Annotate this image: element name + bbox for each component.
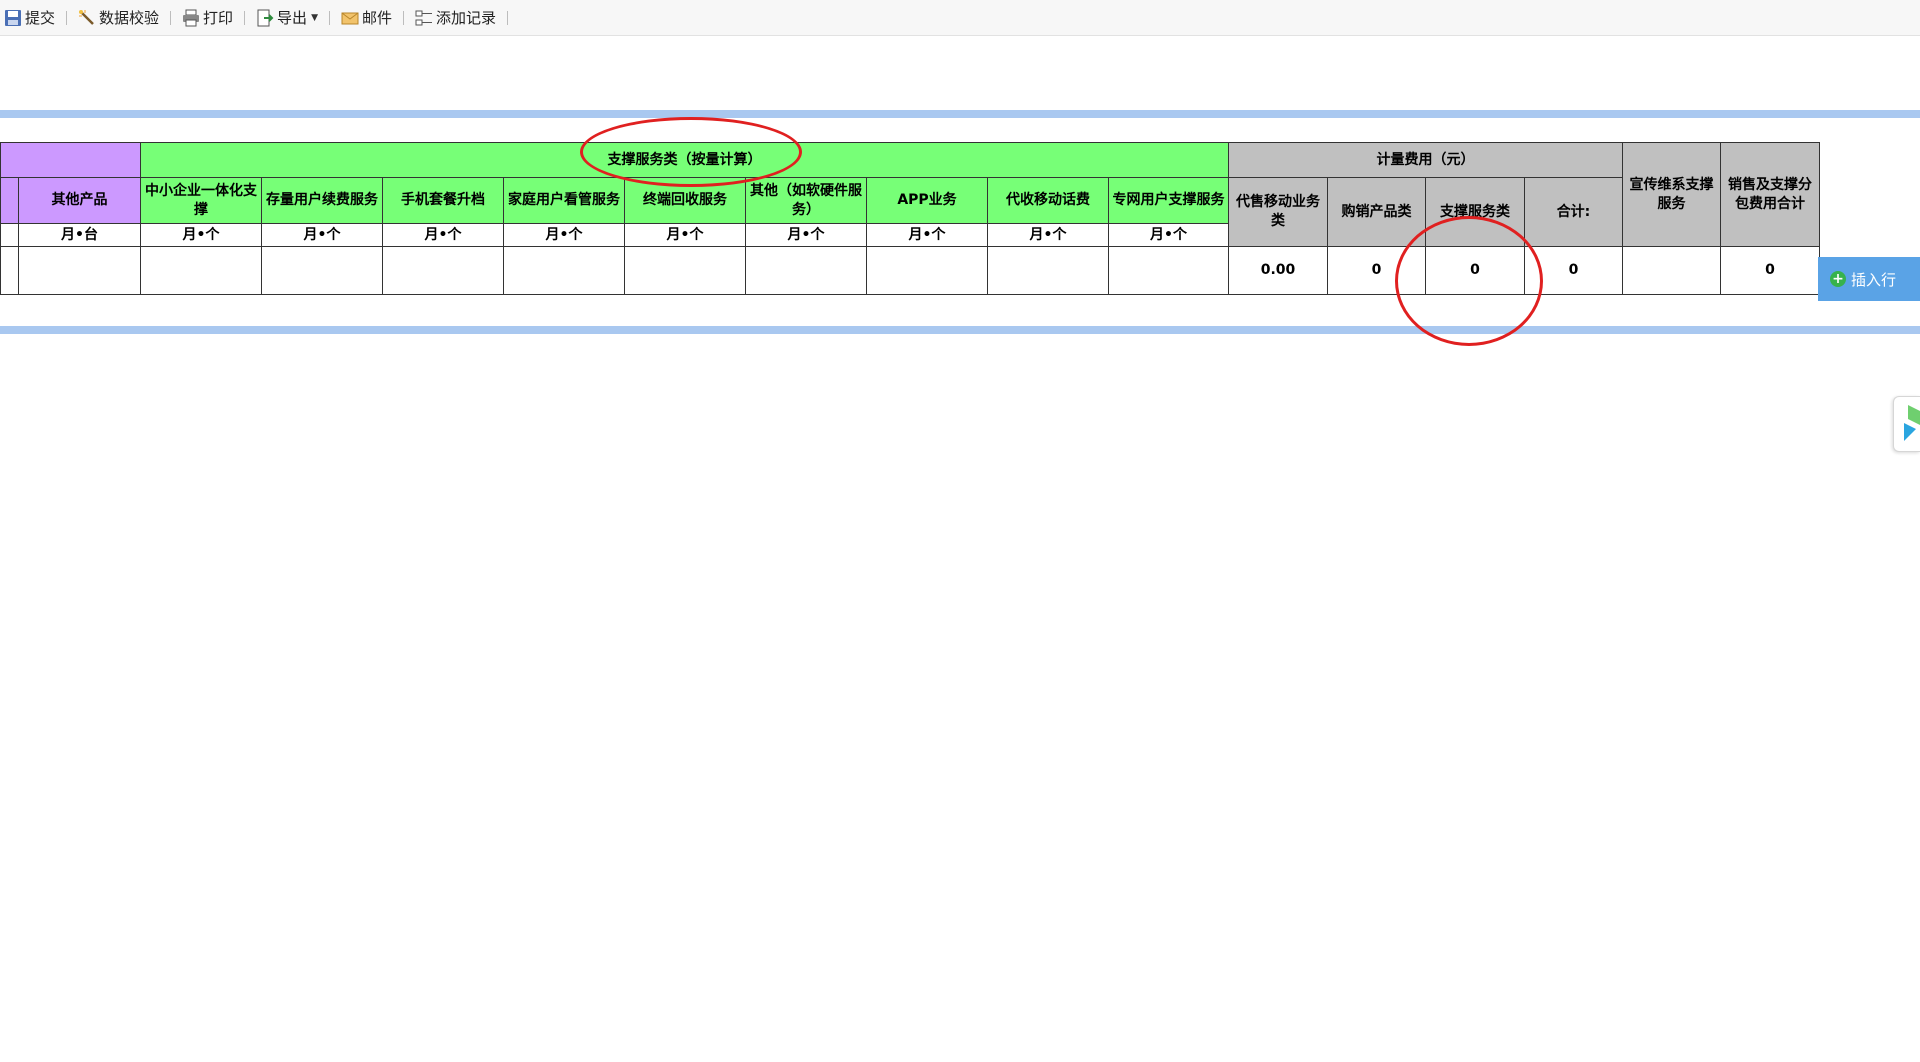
purchase-sales-fee-value: 0 [1327, 246, 1426, 295]
unit-cell: 月•个 [987, 223, 1109, 247]
support-col-header: 终端回收服务 [624, 177, 746, 224]
support-col-header: APP业务 [866, 177, 988, 224]
input-cell[interactable] [382, 246, 504, 295]
support-group-header: 支撑服务类（按量计算） [140, 142, 1229, 178]
printer-icon [182, 9, 200, 27]
unit-cell: 月•个 [503, 223, 625, 247]
toolbar-separator [507, 10, 509, 25]
toolbar-separator [66, 10, 68, 25]
input-cell[interactable] [18, 246, 141, 295]
export-icon [256, 9, 274, 27]
support-col-header: 家庭用户看管服务 [503, 177, 625, 224]
section-divider-top [0, 110, 1920, 118]
support-col-header: 中小企业一体化支撑 [140, 177, 262, 224]
unit-cell: 月•个 [745, 223, 867, 247]
toolbar-separator [170, 10, 172, 25]
add-record-label: 添加记录 [436, 9, 497, 27]
print-button[interactable]: 打印 [178, 5, 237, 31]
validate-button[interactable]: 数据校验 [74, 5, 163, 31]
unit-cell: 月•个 [382, 223, 504, 247]
chevron-down-icon: ▼ [311, 12, 318, 23]
input-cell[interactable] [987, 246, 1109, 295]
fee-col-header: 支撑服务类 [1425, 177, 1525, 247]
mail-icon [341, 9, 359, 27]
promo-header: 宣传维系支撑服务 [1622, 142, 1721, 247]
toolbar: 提交 数据校验 打印 导出 ▼ 邮件 添加记录 [0, 0, 1920, 36]
export-label: 导出 [277, 9, 308, 27]
sales-total-header: 销售及支撑分包费用合计 [1720, 142, 1820, 247]
unit-cell: 月•个 [866, 223, 988, 247]
support-col-header: 专网用户支撑服务 [1108, 177, 1229, 224]
toolbar-separator [244, 10, 246, 25]
submit-button[interactable]: 提交 [0, 5, 59, 31]
section-divider-bottom [0, 326, 1920, 334]
support-col-header: 代收移动话费 [987, 177, 1109, 224]
insert-row-button[interactable]: + 插入行 [1818, 257, 1920, 301]
support-col-header: 存量用户续费服务 [261, 177, 383, 224]
add-record-button[interactable]: 添加记录 [411, 5, 500, 31]
side-widget-icon [1904, 405, 1920, 441]
mail-button[interactable]: 邮件 [337, 5, 396, 31]
purple-group-header [0, 142, 141, 178]
support-col-header: 其他（如软硬件服务） [745, 177, 867, 224]
plus-icon: + [1830, 271, 1846, 287]
fee-col-header: 代售移动业务类 [1228, 177, 1328, 247]
input-cell[interactable] [140, 246, 262, 295]
unit-cell: 月•个 [140, 223, 262, 247]
input-cell[interactable] [503, 246, 625, 295]
unit-cell: 月•台 [18, 223, 141, 247]
unit-cell: 月•个 [1108, 223, 1229, 247]
sales-total-value: 0 [1720, 246, 1820, 295]
export-button[interactable]: 导出 ▼ [252, 5, 322, 31]
purple-sub-header [0, 177, 19, 224]
input-cell[interactable] [261, 246, 383, 295]
support-fee-value: 0 [1425, 246, 1525, 295]
other-product-header: 其他产品 [18, 177, 141, 224]
support-col-header: 手机套餐升档 [382, 177, 504, 224]
input-cell[interactable] [1108, 246, 1229, 295]
validate-label: 数据校验 [99, 9, 160, 27]
unit-cell: 月•个 [261, 223, 383, 247]
table-row: 0.00 0 0 0 0 [0, 246, 1820, 295]
print-label: 打印 [203, 9, 234, 27]
insert-row-label: 插入行 [1851, 270, 1897, 289]
submit-label: 提交 [25, 9, 56, 27]
input-cell[interactable] [0, 246, 19, 295]
mail-label: 邮件 [361, 9, 392, 27]
fee-col-header: 合计: [1524, 177, 1623, 247]
toolbar-separator [328, 10, 330, 25]
fee-group-header: 计量费用（元） [1228, 142, 1623, 178]
agency-fee-value: 0.00 [1228, 246, 1328, 295]
fee-col-header: 购销产品类 [1327, 177, 1426, 247]
promo-input-cell[interactable] [1622, 246, 1721, 295]
toolbar-separator [403, 10, 404, 25]
add-record-icon [415, 9, 433, 27]
unit-cell [0, 223, 19, 247]
input-cell[interactable] [745, 246, 867, 295]
wand-icon [78, 9, 96, 27]
input-cell[interactable] [624, 246, 746, 295]
input-cell[interactable] [866, 246, 988, 295]
side-widget[interactable] [1893, 396, 1920, 452]
fee-sum-value: 0 [1524, 246, 1623, 295]
data-table: 支撑服务类（按量计算） 计量费用（元） 宣传维系支撑服务 销售及支撑分包费用合计… [0, 142, 1820, 295]
save-icon [4, 9, 22, 27]
unit-cell: 月•个 [624, 223, 746, 247]
